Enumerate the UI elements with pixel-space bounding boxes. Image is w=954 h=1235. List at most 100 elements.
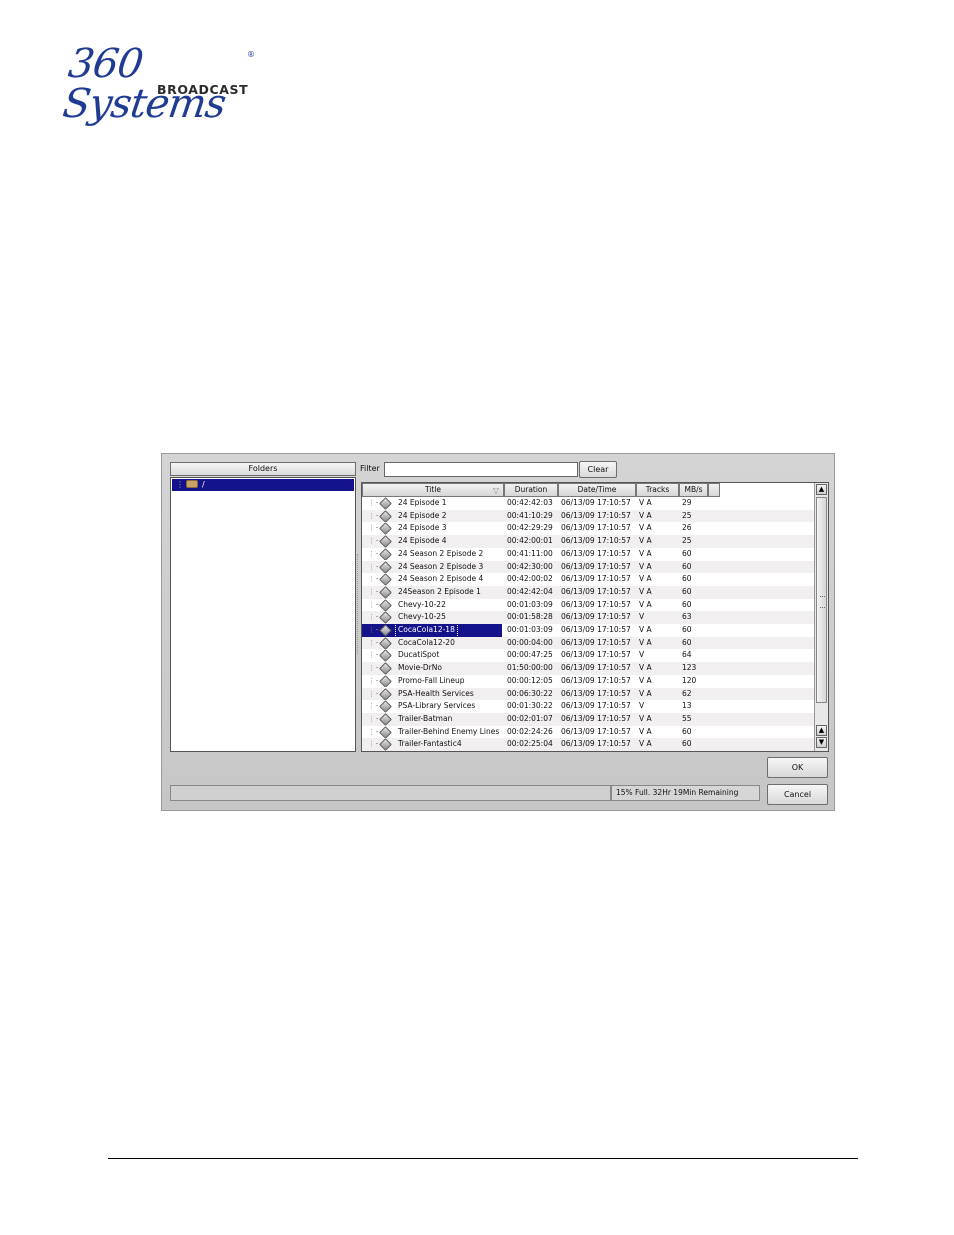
column-header-mbs[interactable]: MB/s [679, 483, 708, 497]
row-title: Chevy-10-25 [398, 612, 446, 622]
clip-icon [379, 624, 392, 637]
row-title-cell: ⋮ ·· 24 Season 2 Episode 2 [362, 547, 504, 561]
table-row[interactable]: ⋮ ·· PSA-Library Services 00:01:30:22 06/13… [362, 700, 814, 713]
row-datetime: 06/13/09 17:10:57 [561, 510, 631, 520]
table-row[interactable]: ⋮ ·· Trailer-Batman 00:02:01:07 06/13/09 17… [362, 712, 814, 726]
row-title: PSA-Library Services [398, 701, 476, 711]
table-row[interactable]: ⋮ ·· CocaCola12-18 00:01:03:09 06/13/09 17:… [362, 624, 814, 637]
clear-button[interactable]: Clear [579, 461, 617, 478]
row-datetime: 06/13/09 17:10:57 [561, 701, 631, 711]
sort-descending-icon: ▽ [492, 486, 499, 495]
row-tracks: V A [639, 637, 652, 647]
clip-icon [379, 674, 392, 688]
table-row[interactable]: ⋮ ·· Trailer-Fantastic4 00:02:25:04 06/13/0… [362, 738, 814, 751]
clip-icon [379, 535, 392, 548]
table-row[interactable]: ⋮ ·· PSA-Health Services 00:06:30:22 06/13/… [362, 687, 814, 701]
column-header-duration[interactable]: Duration [504, 483, 558, 497]
row-title: Trailer-Batman [398, 713, 453, 723]
row-duration: 00:41:10:29 [507, 510, 553, 520]
scroll-down-icon[interactable]: ▼ [816, 737, 827, 748]
row-title-cell: ⋮ ·· Trailer-Batman [362, 713, 504, 726]
column-header-title[interactable]: Title ▽ [362, 483, 504, 497]
clip-icon [379, 586, 392, 599]
table-row[interactable]: ⋮ ·· 24 Season 2 Episode 2 00:41:11:00 06/1… [362, 547, 814, 561]
tree-line: ⋮ ·· [368, 549, 379, 558]
scrollbar-thumb[interactable] [816, 497, 827, 703]
row-mbs: 120 [682, 675, 697, 685]
progress-bar [170, 785, 611, 801]
row-title: 24 Episode 4 [398, 536, 447, 546]
row-duration: 00:42:00:01 [507, 536, 553, 546]
scroll-up-icon[interactable]: ▲ [816, 484, 827, 495]
row-title: 24 Season 2 Episode 4 [398, 574, 484, 584]
table-row[interactable]: ⋮ ·· Movie-DrNo 01:50:00:00 06/13/09 17:10:… [362, 662, 814, 675]
row-tracks: V A [639, 688, 652, 698]
cancel-button[interactable]: Cancel [767, 784, 828, 805]
tree-line: ⋮ ·· [368, 638, 379, 647]
table-row[interactable]: ⋮ ·· 24 Season 2 Episode 3 00:42:30:00 06/1… [362, 560, 814, 574]
clip-icon [379, 611, 392, 624]
folder-root-item[interactable]: ⋮ / [172, 479, 354, 491]
row-mbs: 25 [682, 510, 692, 520]
row-tracks: V A [639, 713, 652, 723]
row-title: Chevy-10-22 [398, 599, 446, 609]
row-duration: 01:50:00:00 [507, 663, 553, 673]
vertical-scrollbar[interactable]: ▲ ▲ ▼ [814, 483, 828, 751]
row-title-cell: ⋮ ·· Trailer-Fantastic4 [362, 738, 504, 751]
tree-line: ⋮ ·· [368, 714, 379, 723]
clip-icon [379, 649, 392, 663]
row-title: 24 Episode 1 [398, 498, 447, 507]
clip-icon [379, 522, 392, 536]
table-row[interactable]: ⋮ ·· 24 Episode 3 00:42:29:29 06/13/09 17:1… [362, 522, 814, 536]
table-row[interactable]: ⋮ ·· DucatiSpot 00:00:47:25 06/13/09 17:10:… [362, 649, 814, 663]
column-header-tracks[interactable]: Tracks [636, 483, 679, 497]
row-tracks: V [639, 612, 645, 622]
row-tracks: V A [639, 523, 652, 533]
row-mbs: 63 [682, 612, 692, 622]
folder-root-label: / [202, 480, 205, 489]
table-row[interactable]: ⋮ ·· Chevy-10-25 00:01:58:28 06/13/09 17:10… [362, 611, 814, 624]
column-header-extra[interactable] [708, 483, 720, 497]
tree-line: ⋮ ·· [368, 676, 379, 685]
row-duration: 00:00:04:00 [507, 637, 553, 647]
row-datetime: 06/13/09 17:10:57 [561, 675, 631, 685]
table-row[interactable]: ⋮ ·· Chevy-10-22 00:01:03:09 06/13/09 17:10… [362, 598, 814, 612]
row-mbs: 123 [682, 663, 697, 673]
table-row[interactable]: ⋮ ·· 24 Season 2 Episode 4 00:42:00:02 06/1… [362, 573, 814, 586]
row-title-cell: ⋮ ·· 24 Episode 3 [362, 522, 504, 536]
table-row[interactable]: ⋮ ·· 24 Episode 1 00:42:42:03 06/13/09 17:1… [362, 497, 814, 510]
row-tracks: V A [639, 625, 652, 634]
ok-button[interactable]: OK [767, 757, 828, 778]
row-title-cell: ⋮ ·· DucatiSpot [362, 649, 504, 663]
row-mbs: 60 [682, 739, 692, 749]
table-row[interactable]: ⋮ ·· 24 Episode 4 00:42:00:01 06/13/09 17:1… [362, 535, 814, 548]
clip-icon [379, 636, 392, 650]
tree-line: ⋮ ·· [368, 727, 379, 736]
row-duration: 00:02:01:07 [507, 713, 553, 723]
table-row[interactable]: ⋮ ·· Promo-Fall Lineup 00:00:12:05 06/13/09… [362, 674, 814, 688]
column-header-datetime[interactable]: Date/Time [558, 483, 636, 497]
row-title-cell: ⋮ ·· 24Season 2 Episode 1 [362, 586, 504, 599]
row-datetime: 06/13/09 17:10:57 [561, 650, 631, 660]
clip-icon [379, 700, 392, 713]
row-datetime: 06/13/09 17:10:57 [561, 523, 631, 533]
table-row[interactable]: ⋮ ·· 24 Episode 2 00:41:10:29 06/13/09 17:1… [362, 509, 814, 523]
row-duration: 00:06:30:22 [507, 688, 553, 698]
row-duration: 00:42:00:02 [507, 574, 553, 584]
folders-header[interactable]: Folders [170, 462, 356, 476]
row-tracks: V A [639, 548, 652, 558]
tree-line: ⋮ ·· [368, 689, 379, 698]
row-tracks: V A [639, 536, 652, 546]
clip-rows: ⋮ ·· 24 Episode 1 00:42:42:03 06/13/09 17:1… [362, 497, 814, 751]
row-title-cell: ⋮ ·· Trailer-Behind Enemy Lines [362, 725, 504, 739]
filter-input[interactable] [384, 462, 578, 477]
clip-list[interactable]: Title ▽ Duration Date/Time Tracks MB/s ⋮… [361, 482, 829, 752]
table-row[interactable]: ⋮ ·· Trailer-Behind Enemy Lines 00:02:24:2… [362, 725, 814, 739]
table-row[interactable]: ⋮ ·· 24Season 2 Episode 1 00:42:42:04 06/13… [362, 585, 814, 599]
row-tracks: V A [639, 739, 652, 749]
row-duration: 00:02:24:26 [507, 726, 553, 736]
table-row[interactable]: ⋮ ·· CocaCola12-20 00:00:04:00 06/13/09 17:… [362, 636, 814, 650]
scroll-up-lower-icon[interactable]: ▲ [816, 725, 827, 736]
folders-tree[interactable]: ⋮ / [170, 477, 356, 752]
clip-select-dialog: Folders ⋮ / Filter Clear Title ▽ Duration… [161, 453, 835, 811]
